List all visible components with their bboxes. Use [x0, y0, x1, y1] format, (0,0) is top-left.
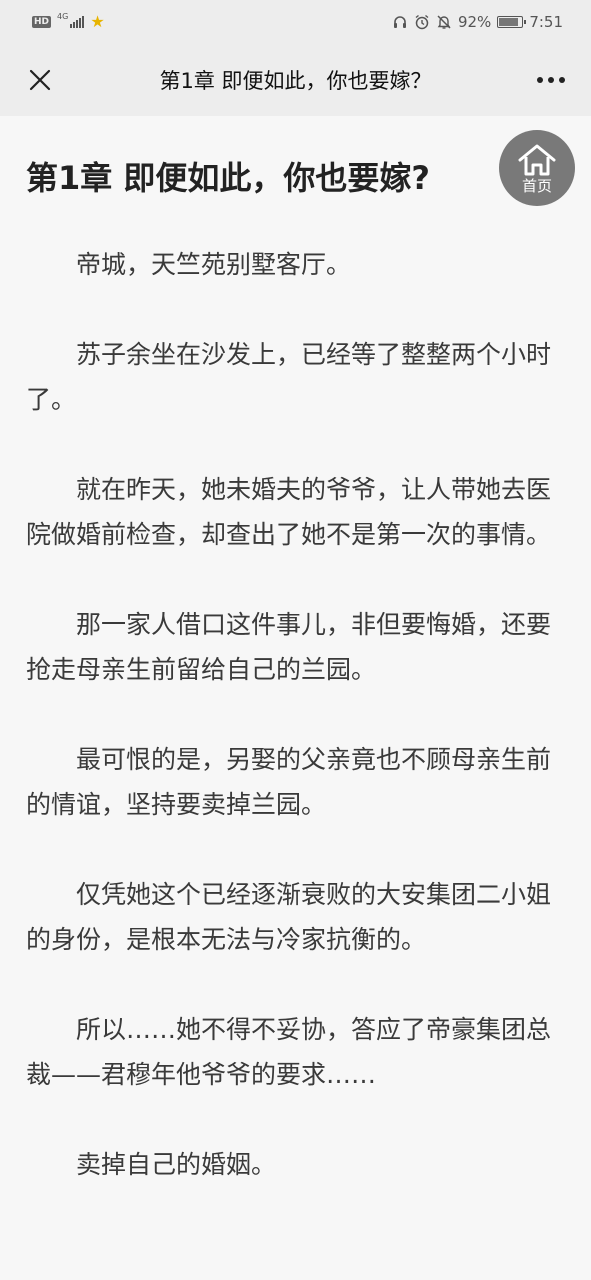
clock: 7:51 — [529, 13, 563, 31]
chapter-title: 第1章 即便如此，你也要嫁? — [26, 159, 430, 197]
paragraph: 仅凭她这个已经逐渐衰败的大安集团二小姐的身份，是根本无法与冷家抗衡的。 — [26, 880, 552, 954]
signal-icon — [70, 16, 85, 28]
paragraph: 卖掉自己的婚姻。 — [76, 1150, 277, 1179]
paragraph-list: 帝城，天竺苑别墅客厅。 苏子余坐在沙发上，已经等了整整两个小时了。 就在昨天，她… — [26, 242, 561, 1187]
more-icon — [537, 77, 565, 83]
paragraph: 那一家人借口这件事儿，非但要悔婚，还要抢走母亲生前留给自己的兰园。 — [26, 610, 552, 684]
close-button[interactable] — [18, 58, 62, 102]
home-button[interactable]: 首页 — [499, 130, 575, 206]
status-bar-left: HD 4G ★ — [32, 11, 105, 31]
reader-screen: HD 4G ★ 92% 7:51 第1章 即便如此，你也要嫁？ 第1章 即便如此… — [0, 0, 591, 1280]
status-bar: HD 4G ★ 92% 7:51 — [0, 0, 591, 44]
article-content[interactable]: 第1章 即便如此，你也要嫁? 帝城，天竺苑别墅客厅。 苏子余坐在沙发上，已经等了… — [0, 116, 591, 1280]
home-button-label: 首页 — [521, 176, 552, 195]
battery-percent: 92% — [457, 13, 492, 31]
paragraph: 所以……她不得不妥协，答应了帝豪集团总裁——君穆年他爷爷的要求…… — [26, 1015, 552, 1089]
close-icon — [29, 69, 51, 91]
more-button[interactable] — [529, 58, 573, 102]
mute-icon — [437, 15, 451, 29]
paragraph: 最可恨的是，另娶的父亲竟也不顾母亲生前的情谊，坚持要卖掉兰园。 — [26, 745, 552, 819]
network-type: 4G — [57, 11, 69, 21]
alarm-icon — [415, 14, 429, 30]
paragraph: 苏子余坐在沙发上，已经等了整整两个小时了。 — [26, 340, 552, 414]
home-icon — [518, 144, 556, 175]
paragraph: 就在昨天，她未婚夫的爷爷，让人带她去医院做婚前检查，却查出了她不是第一次的事情。 — [26, 475, 552, 549]
headphone-icon — [393, 16, 406, 28]
hd-badge: HD — [32, 16, 52, 28]
battery-fill — [499, 18, 519, 26]
status-bar-right: 92% 7:51 — [392, 13, 563, 31]
battery-icon — [497, 16, 527, 28]
paragraph: 帝城，天竺苑别墅客厅。 — [76, 250, 352, 279]
nav-bar: 第1章 即便如此，你也要嫁？ — [0, 44, 591, 116]
nav-title: 第1章 即便如此，你也要嫁？ — [159, 69, 432, 93]
star-icon: ★ — [90, 12, 105, 31]
